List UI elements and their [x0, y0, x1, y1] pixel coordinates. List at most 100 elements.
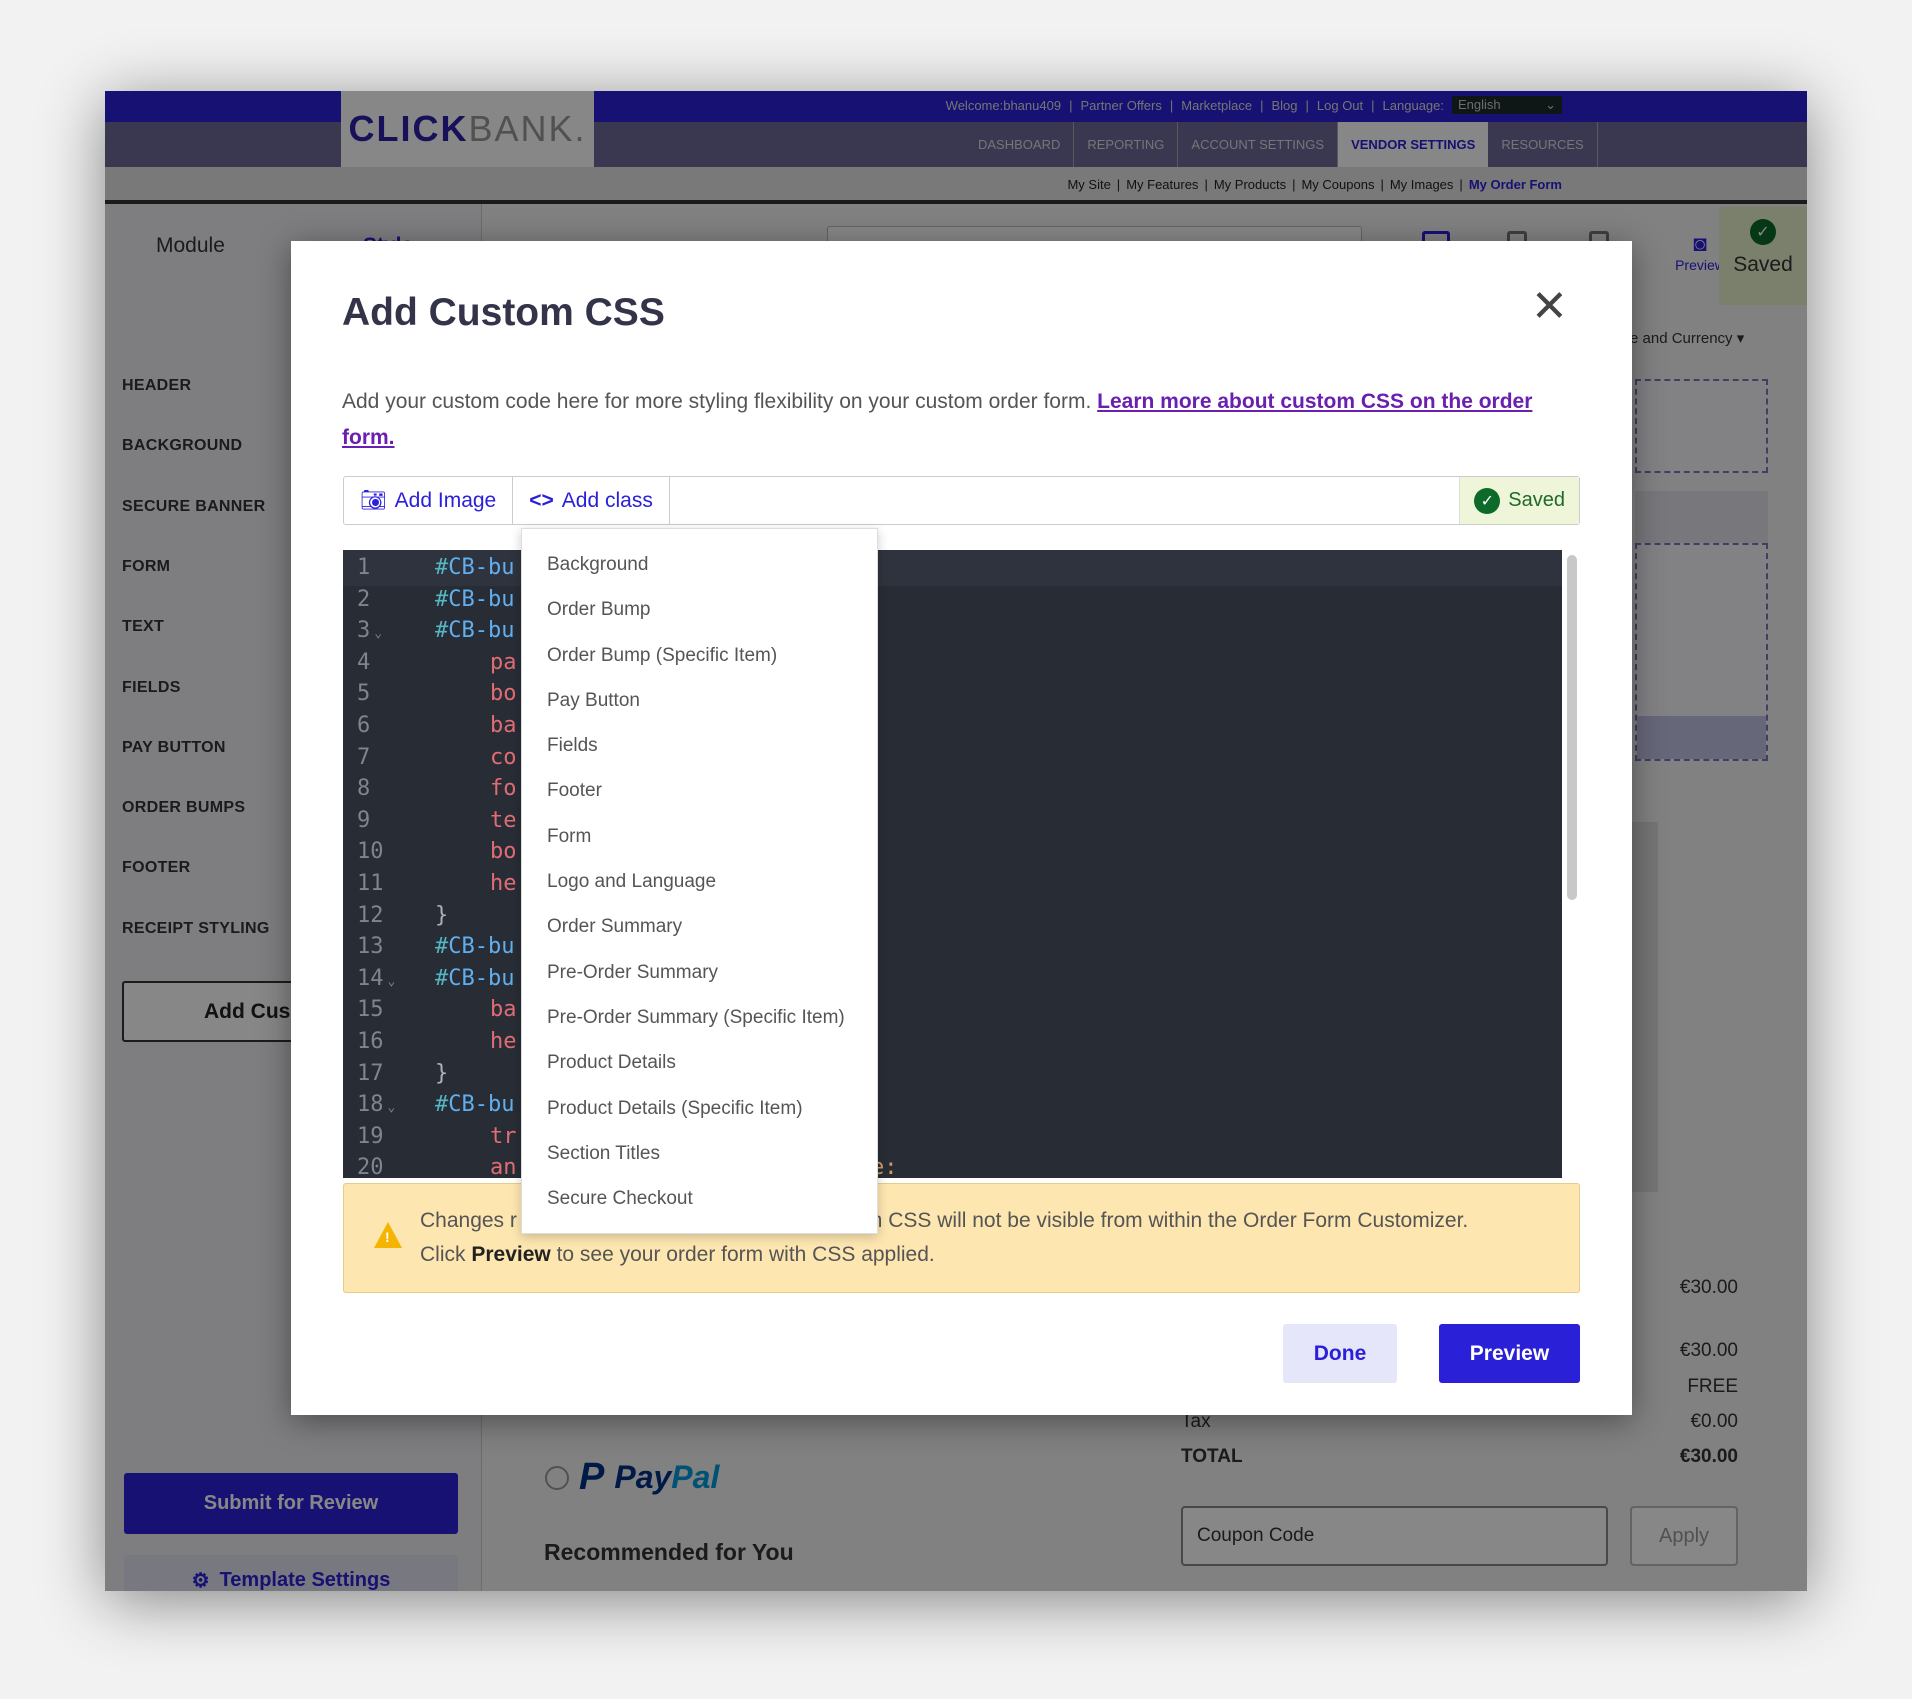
line-number: 4	[357, 647, 417, 679]
code-line: tr	[490, 1121, 517, 1153]
line-number: 20	[357, 1152, 417, 1178]
code-line: ba	[490, 994, 517, 1026]
code-property: fo	[490, 776, 517, 802]
code-line: an	[490, 1152, 517, 1178]
code-property: ba	[490, 997, 517, 1023]
line-number-text: 18	[357, 1092, 384, 1118]
class-menu-item[interactable]: Pay Button	[522, 686, 877, 731]
code-property: an	[490, 1155, 517, 1178]
line-number-text: 6	[357, 713, 371, 738]
warning-icon: !	[374, 1222, 402, 1248]
code-hash: #	[435, 586, 449, 612]
code-line: #CB-bu	[435, 552, 514, 584]
modal-description: Add your custom code here for more styli…	[342, 390, 1533, 449]
fold-chevron-icon[interactable]: ⌄	[374, 626, 382, 641]
class-menu-item[interactable]: Product Details	[522, 1048, 877, 1093]
code-property: pa	[490, 649, 517, 675]
line-number: 11	[357, 868, 417, 900]
class-menu-item[interactable]: Pre-Order Summary (Specific Item)	[522, 1003, 877, 1048]
editor-toolbar: 📷︎ Add Image <> Add class ✓ Saved	[343, 476, 1580, 525]
code-property: ba	[490, 713, 517, 738]
line-number-text: 13	[357, 934, 384, 960]
fold-chevron-icon[interactable]: ⌄	[388, 974, 396, 989]
code-line: #CB-bu	[435, 1089, 514, 1121]
code-property: he	[490, 1029, 517, 1054]
code-line: #CB-bu	[435, 963, 514, 995]
close-icon[interactable]: ✕	[1531, 285, 1568, 329]
line-number-text: 15	[357, 997, 384, 1023]
line-number: 10	[357, 836, 417, 868]
class-menu-item[interactable]: Secure Checkout	[522, 1184, 877, 1229]
line-number: 6	[357, 710, 417, 742]
class-menu-item[interactable]: Background	[522, 550, 877, 595]
fold-chevron-icon[interactable]: ⌄	[388, 1100, 396, 1115]
class-menu-item[interactable]: Pre-Order Summary	[522, 958, 877, 1003]
code-property: bo	[490, 681, 517, 707]
camera-icon: 📷︎	[360, 488, 387, 512]
class-menu-item[interactable]: Fields	[522, 731, 877, 776]
code-line: }	[435, 900, 448, 932]
line-number-text: 9	[357, 807, 371, 833]
line-number: 16	[357, 1026, 417, 1058]
line-number: 17	[357, 1058, 417, 1090]
class-menu-item[interactable]: Order Bump	[522, 595, 877, 640]
line-number: 12	[357, 900, 417, 932]
code-line: he	[490, 868, 517, 900]
add-image-button[interactable]: 📷︎ Add Image	[344, 477, 514, 524]
code-selector: CB-bu	[448, 586, 515, 612]
class-menu-item[interactable]: Footer	[522, 776, 877, 821]
code-selector: CB-bu	[448, 618, 515, 644]
code-selector: CB-bu	[448, 934, 515, 960]
saved-badge: ✓ Saved	[1459, 477, 1579, 524]
add-custom-css-modal: Add Custom CSS ✕ Add your custom code he…	[291, 241, 1632, 1415]
code-line: pa	[490, 647, 517, 679]
line-number: 3 ⌄	[357, 615, 417, 647]
class-menu-item[interactable]: Product Details (Specific Item)	[522, 1094, 877, 1139]
code-property: bo	[490, 839, 517, 865]
add-class-button[interactable]: <> Add class	[513, 477, 670, 524]
code-selector: CB-bu	[448, 555, 515, 580]
class-menu-item[interactable]: Logo and Language	[522, 867, 877, 912]
done-button[interactable]: Done	[1283, 1324, 1397, 1383]
line-number: 13	[357, 931, 417, 963]
code-line: co	[490, 742, 517, 774]
line-number-text: 3	[357, 618, 371, 644]
code-hash: #	[435, 965, 449, 991]
line-number: 1	[357, 552, 417, 584]
check-icon: ✓	[1474, 487, 1501, 514]
code-brace: }	[435, 902, 449, 928]
preview-button[interactable]: Preview	[1439, 1324, 1580, 1383]
code-line: fo	[490, 773, 517, 805]
class-menu-item[interactable]: Order Summary	[522, 912, 877, 957]
code-line: #CB-bu	[435, 931, 514, 963]
code-property: tr	[490, 1123, 517, 1149]
line-number: 5	[357, 678, 417, 710]
line-number-text: 10	[357, 839, 384, 865]
line-number-text: 11	[357, 871, 384, 896]
class-menu-item[interactable]: Order Bump (Specific Item)	[522, 641, 877, 686]
code-selector: CB-bu	[448, 1092, 515, 1118]
code-icon: <>	[529, 488, 554, 512]
line-number: 7	[357, 742, 417, 774]
code-selector: CB-bu	[448, 965, 515, 991]
code-line: #CB-bu	[435, 615, 514, 647]
code-line: #CB-bu	[435, 584, 514, 616]
code-hash: #	[435, 934, 449, 960]
code-line: bo	[490, 836, 517, 868]
line-number-text: 4	[357, 649, 371, 675]
line-number: 9	[357, 805, 417, 837]
code-line: }	[435, 1058, 448, 1090]
line-number-text: 14	[357, 965, 384, 991]
line-number-text: 5	[357, 681, 371, 707]
code-property: he	[490, 871, 517, 896]
code-property: te	[490, 807, 517, 833]
line-number-text: 7	[357, 744, 371, 770]
line-number-text: 17	[357, 1060, 384, 1086]
line-number: 15	[357, 994, 417, 1026]
line-number-text: 12	[357, 902, 384, 928]
line-number-text: 8	[357, 776, 371, 802]
line-number: 14 ⌄	[357, 963, 417, 995]
editor-scrollbar[interactable]	[1567, 555, 1577, 900]
class-menu-item[interactable]: Section Titles	[522, 1139, 877, 1184]
class-menu-item[interactable]: Form	[522, 822, 877, 867]
